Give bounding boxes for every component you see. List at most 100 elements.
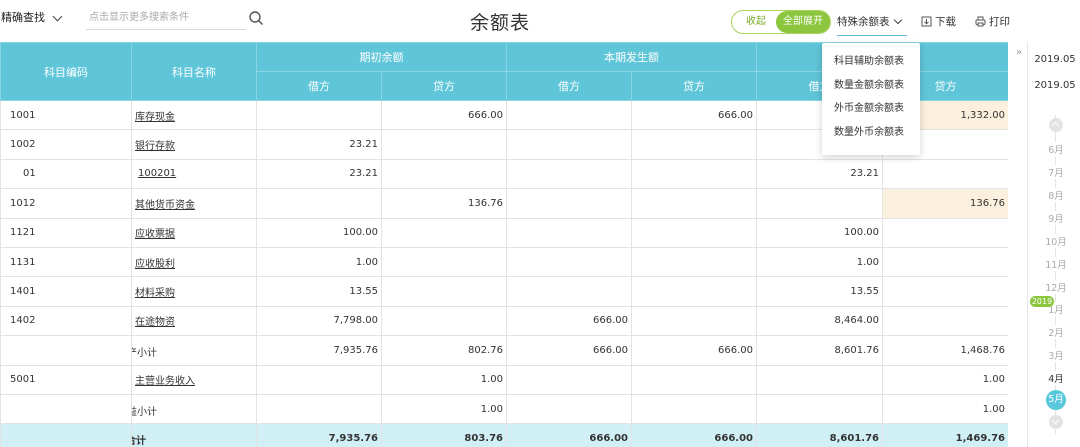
dropdown-item[interactable]: 科目辅助余额表 (822, 50, 920, 74)
cell-name[interactable]: 应收股利 (131, 246, 257, 278)
account-link[interactable]: 在途物资 (135, 317, 175, 328)
cell-close-credit (882, 305, 1008, 337)
cell-name[interactable]: 应收票据 (131, 217, 257, 248)
download-button[interactable]: 下载 (921, 10, 961, 34)
cell-cur-debit: 666.00 (506, 305, 632, 337)
cell-name[interactable]: 银行存款 (131, 129, 257, 160)
cell-cur-debit: 666.00 (506, 335, 632, 366)
cell-open-debit: 1.00 (256, 246, 382, 278)
month-item[interactable]: 3月 (1038, 348, 1074, 362)
cell-name: 资产小计 (131, 335, 257, 366)
account-link[interactable]: 材料采购 (135, 288, 175, 299)
col-header-opening: 期初余额 (256, 42, 507, 72)
dropdown-item[interactable]: 外币金额余额表 (822, 97, 920, 121)
col-header-cur-credit: 贷方 (631, 71, 757, 101)
cell-cur-debit (506, 393, 632, 425)
table-row[interactable]: 5001 主营业务收入 1.00 1.00 (0, 364, 1008, 395)
table-row[interactable]: 1402 在途物资 7,798.00 666.00 8,464.00 (0, 305, 1008, 337)
month-item[interactable]: 9月 (1038, 211, 1074, 225)
account-link[interactable]: 应收票据 (135, 229, 175, 240)
account-link[interactable]: 其他货币资金 (135, 200, 195, 211)
period-end[interactable]: 2019.05 (1030, 80, 1080, 91)
cell-cur-credit (631, 364, 757, 395)
account-link[interactable]: 主营业务收入 (135, 376, 195, 387)
cell-code: 01 (0, 158, 132, 190)
cell-name-label: 合计 (133, 436, 147, 447)
scroll-up-icon[interactable] (1049, 118, 1063, 132)
search-input[interactable] (86, 6, 246, 30)
cell-name[interactable]: 库存现金 (131, 99, 257, 131)
cell-name[interactable]: 100201 (131, 158, 257, 190)
subtotal-row: 损益小计 1.00 1.00 (0, 393, 1008, 425)
download-icon (921, 16, 932, 27)
month-item[interactable]: 11月 (1038, 257, 1074, 271)
account-link[interactable]: 库存现金 (135, 112, 175, 123)
month-item[interactable]: 7月 (1038, 165, 1074, 179)
month-item[interactable]: 8月 (1038, 188, 1074, 202)
collapse-button[interactable]: 收起 (732, 11, 780, 33)
download-label: 下载 (935, 16, 956, 28)
cell-name[interactable]: 材料采购 (131, 276, 257, 307)
cell-open-credit: 1.00 (381, 393, 507, 425)
cell-cur-debit (506, 276, 632, 307)
cell-open-credit (381, 246, 507, 278)
month-item[interactable]: 5月 (1046, 390, 1066, 410)
month-item[interactable]: 6月 (1038, 142, 1074, 156)
cell-close-debit: 8,601.76 (756, 335, 883, 366)
cell-open-debit: 13.55 (256, 276, 382, 307)
month-item[interactable]: 12月 (1038, 280, 1074, 294)
cell-open-debit: 23.21 (256, 129, 382, 160)
table-row[interactable]: 1131 应收股利 1.00 1.00 (0, 246, 1008, 278)
cell-name[interactable]: 在途物资 (131, 305, 257, 337)
expand-all-button[interactable]: 全部展开 (776, 11, 830, 33)
cell-close-credit: 1,469.76 (882, 423, 1008, 447)
cell-cur-debit (506, 99, 632, 131)
chevron-down-icon (893, 15, 903, 25)
col-header-name: 科目名称 (131, 42, 257, 101)
table-row[interactable]: 1012 其他货币资金 136.76 136.76 (0, 188, 1008, 219)
cell-name[interactable]: 其他货币资金 (131, 188, 257, 219)
cell-close-debit: 8,601.76 (756, 423, 883, 447)
special-balance-dropdown: 科目辅助余额表 数量金额余额表 外币金额余额表 数量外币余额表 (822, 43, 920, 155)
search-mode-select[interactable]: 精确查找 (0, 4, 75, 32)
cell-close-credit (882, 246, 1008, 278)
account-link[interactable]: 银行存款 (135, 141, 175, 152)
cell-open-credit (381, 129, 507, 160)
dropdown-item[interactable]: 数量外币余额表 (822, 121, 920, 145)
cell-close-credit: 1,468.76 (882, 335, 1008, 366)
print-button[interactable]: 打印 (975, 10, 1015, 34)
cell-open-debit: 100.00 (256, 217, 382, 248)
cell-close-credit: 1.00 (882, 393, 1008, 425)
cell-close-debit: 100.00 (756, 217, 883, 248)
cell-close-debit: 1.00 (756, 246, 883, 278)
cell-name-label: 资产小计 (133, 348, 158, 360)
cell-cur-credit (631, 158, 757, 190)
cell-name[interactable]: 主营业务收入 (131, 364, 257, 395)
cell-name-label: 损益小计 (133, 406, 158, 418)
page-title: 余额表 (469, 12, 530, 34)
scroll-down-icon[interactable] (1049, 415, 1063, 429)
period-start[interactable]: 2019.05 (1030, 54, 1080, 65)
cell-close-credit: 1.00 (882, 364, 1008, 395)
cell-close-credit (882, 158, 1008, 190)
collapse-panel-icon[interactable]: » (1016, 48, 1026, 58)
month-item[interactable]: 10月 (1038, 234, 1074, 248)
account-link[interactable]: 100201 (138, 168, 176, 179)
table-row[interactable]: 01 100201 23.21 23.21 (0, 158, 1008, 190)
dropdown-item[interactable]: 数量金额余额表 (822, 74, 920, 98)
cell-cur-credit (631, 393, 757, 425)
cell-open-debit (256, 188, 382, 219)
special-balance-select[interactable]: 特殊余额表 (837, 10, 907, 36)
cell-cur-credit: 666.00 (631, 335, 757, 366)
search-icon[interactable] (248, 10, 264, 26)
table-row[interactable]: 1121 应收票据 100.00 100.00 (0, 217, 1008, 248)
table-row[interactable]: 1401 材料采购 13.55 13.55 (0, 276, 1008, 307)
year-tag: 2019 (1030, 296, 1054, 307)
expand-toggle[interactable]: 收起 全部展开 (731, 10, 831, 34)
cell-close-debit (756, 393, 883, 425)
month-item[interactable]: 2月 (1038, 325, 1074, 339)
month-item[interactable]: 4月 (1038, 371, 1074, 385)
subtotal-row: 资产小计7,935.76802.76666.00666.008,601.761,… (0, 335, 1008, 366)
account-link[interactable]: 应收股利 (135, 259, 175, 270)
cell-code: 1012 (0, 188, 132, 219)
